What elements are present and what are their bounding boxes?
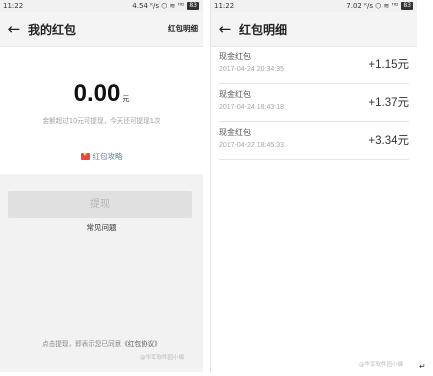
record-time: 2017-04-22 18:45:33 <box>219 142 284 149</box>
back-arrow-icon[interactable]: ← <box>211 12 239 46</box>
record-amount: +1.37元 <box>368 97 409 109</box>
status-indicators: 7.02 ᴷ/s ⬡ ≋ ᴴᴰ <box>346 2 399 10</box>
balance-unit: 元 <box>122 95 130 103</box>
agreement-text: 点击提现，即表示您已同意《红包协议》 <box>0 338 203 348</box>
red-packet-details-link[interactable]: 红包明细 <box>168 12 198 46</box>
records-list: 现金红包 2017-04-24 20:34:35 +1.15元 现金红包 201… <box>211 46 417 160</box>
balance-amount: 0.00 <box>73 80 121 107</box>
status-bar: 11:22 4.54 ᴷ/s ⬡ ≋ ᴴᴰ 83 <box>0 0 203 12</box>
status-bar: 11:22 7.02 ᴷ/s ⬡ ≋ ᴴᴰ 83 <box>211 0 417 12</box>
agreement-prefix: 点击提现，即表示您已同意 <box>42 340 122 348</box>
app-bar: ← 我的红包 红包明细 <box>0 12 203 47</box>
app-bar: ← 红包明细 <box>211 12 417 47</box>
text-cursor-icon: ↵ <box>419 362 426 371</box>
withdraw-button[interactable]: 提现 <box>8 191 192 218</box>
battery-icon: 83 <box>187 2 199 10</box>
status-indicators: 4.54 ᴷ/s ⬡ ≋ ᴴᴰ <box>132 2 185 10</box>
list-item[interactable]: 现金红包 2017-04-24 18:43:18 +1.37元 <box>219 84 409 122</box>
my-red-packet-screen: 11:22 4.54 ᴷ/s ⬡ ≋ ᴴᴰ 83 ← 我的红包 红包明细 0.0… <box>0 0 203 372</box>
back-arrow-icon[interactable]: ← <box>0 12 28 46</box>
strategy-link-row[interactable]: 红包攻略 <box>0 151 203 162</box>
record-amount: +1.15元 <box>368 59 409 71</box>
battery-icon: 83 <box>401 2 413 10</box>
withdraw-rule-note: 金额超过10元可提现，今天还可提现1次 <box>42 117 161 125</box>
page-title: 红包明细 <box>239 22 288 37</box>
red-packet-details-screen: 11:22 7.02 ᴷ/s ⬡ ≋ ᴴᴰ 83 ← 红包明细 现金红包 201… <box>210 0 417 372</box>
watermark: @华军软件园小编 <box>140 355 185 361</box>
status-time: 11:22 <box>3 2 24 10</box>
record-amount: +3.34元 <box>368 135 409 147</box>
record-time: 2017-04-24 20:34:35 <box>219 66 284 73</box>
agreement-link[interactable]: 《红包协议》 <box>121 340 161 348</box>
watermark: @华军软件园小编 <box>359 362 404 368</box>
record-name: 现金红包 <box>219 90 251 99</box>
list-item[interactable]: 现金红包 2017-04-24 20:34:35 +1.15元 <box>219 46 409 84</box>
record-time: 2017-04-24 18:43:18 <box>219 104 284 111</box>
status-time: 11:22 <box>214 2 235 10</box>
record-name: 现金红包 <box>219 52 251 61</box>
balance: 0.00 元 <box>0 80 203 108</box>
list-item[interactable]: 现金红包 2017-04-22 18:45:33 +3.34元 <box>219 122 409 160</box>
record-name: 现金红包 <box>219 128 251 137</box>
page-title: 我的红包 <box>28 22 77 37</box>
red-envelope-icon <box>80 153 90 160</box>
strategy-link[interactable]: 红包攻略 <box>93 152 123 161</box>
faq-link[interactable]: 常见问题 <box>0 222 203 233</box>
